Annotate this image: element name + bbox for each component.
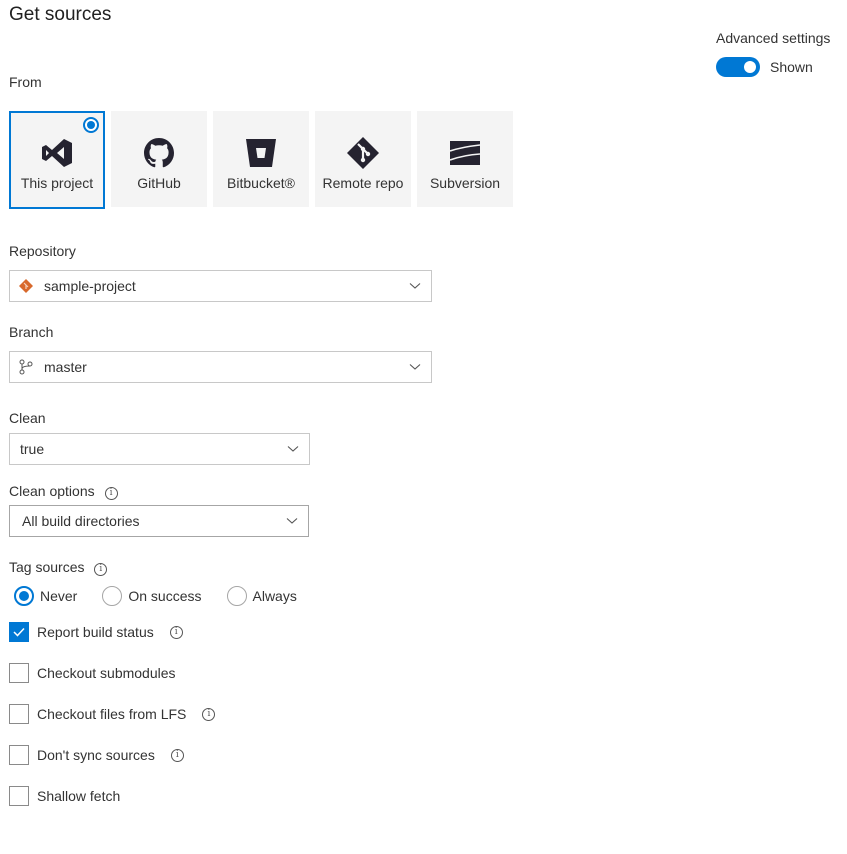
checkbox-label: Checkout files from LFS <box>37 706 187 722</box>
clean-label: Clean <box>9 410 46 426</box>
bitbucket-icon <box>245 137 277 169</box>
source-tile-remote-repo[interactable]: Remote repo <box>315 111 411 207</box>
github-icon <box>143 137 175 169</box>
from-label: From <box>9 74 42 90</box>
chevron-down-icon <box>409 283 421 289</box>
chevron-down-icon <box>409 364 421 370</box>
checkbox-label: Shallow fetch <box>37 788 121 804</box>
checkbox[interactable] <box>9 745 29 765</box>
clean-dropdown[interactable]: true <box>9 433 310 465</box>
advanced-settings-state: Shown <box>770 59 813 75</box>
advanced-settings-label: Advanced settings <box>716 30 831 46</box>
radio-always[interactable]: Always <box>226 586 297 606</box>
radio-button[interactable] <box>14 586 34 606</box>
tile-label: Remote repo <box>322 175 404 191</box>
selected-radio-icon <box>83 117 99 133</box>
source-tiles: This project GitHub Bitbucket® Remote re… <box>9 111 513 209</box>
checkbox-report-build-status[interactable]: Report build status i <box>9 622 183 642</box>
checkmark-icon <box>13 627 25 637</box>
checkbox-label: Don't sync sources <box>37 747 155 763</box>
repository-dropdown[interactable]: sample-project <box>9 270 432 302</box>
checkbox[interactable] <box>9 663 29 683</box>
git-repo-icon <box>18 278 34 294</box>
radio-button[interactable] <box>102 586 123 606</box>
checkbox[interactable] <box>9 622 29 642</box>
branch-dropdown[interactable]: master <box>9 351 432 383</box>
info-icon[interactable]: i <box>104 487 118 500</box>
checkbox-label: Checkout submodules <box>37 665 176 681</box>
branch-value: master <box>44 359 87 375</box>
tag-sources-radio-group: Never On success Always <box>14 586 322 606</box>
info-icon[interactable]: i <box>169 625 183 639</box>
checkbox-checkout-submodules[interactable]: Checkout submodules <box>9 663 176 683</box>
checkbox-shallow-fetch[interactable]: Shallow fetch <box>9 786 120 806</box>
info-icon[interactable]: i <box>202 707 216 721</box>
visual-studio-icon <box>41 137 73 169</box>
radio-on-success[interactable]: On success <box>102 586 202 606</box>
checkbox[interactable] <box>9 704 29 724</box>
branch-icon <box>18 359 34 375</box>
source-tile-bitbucket[interactable]: Bitbucket® <box>213 111 309 207</box>
tag-sources-label: Tag sources i <box>9 559 108 576</box>
clean-value: true <box>20 441 45 457</box>
repository-value: sample-project <box>44 278 136 294</box>
tile-label: Bitbucket® <box>227 175 295 191</box>
info-icon[interactable]: i <box>94 563 108 576</box>
clean-options-label: Clean options i <box>9 483 118 500</box>
chevron-down-icon <box>287 446 299 452</box>
radio-label: On success <box>128 588 202 604</box>
checkbox[interactable] <box>9 786 29 806</box>
source-tile-subversion[interactable]: Subversion <box>417 111 513 207</box>
advanced-settings-toggle[interactable] <box>716 57 760 77</box>
tile-label: Subversion <box>429 175 501 191</box>
clean-options-value: All build directories <box>22 513 140 529</box>
radio-never[interactable]: Never <box>14 586 77 606</box>
tag-sources-label-text: Tag sources <box>9 559 85 575</box>
checkbox-dont-sync-sources[interactable]: Don't sync sources i <box>9 745 184 765</box>
radio-label: Always <box>252 588 297 604</box>
radio-button[interactable] <box>226 586 247 606</box>
checkbox-checkout-lfs[interactable]: Checkout files from LFS i <box>9 704 216 724</box>
info-icon[interactable]: i <box>170 748 184 762</box>
repository-label: Repository <box>9 243 76 259</box>
tile-label: GitHub <box>137 175 181 191</box>
source-tile-github[interactable]: GitHub <box>111 111 207 207</box>
tile-label: This project <box>20 175 94 191</box>
radio-label: Never <box>40 588 78 604</box>
git-icon <box>347 137 379 169</box>
source-tile-this-project[interactable]: This project <box>9 111 105 209</box>
chevron-down-icon <box>286 518 298 524</box>
subversion-icon <box>449 137 481 169</box>
checkbox-label: Report build status <box>37 624 154 640</box>
branch-label: Branch <box>9 324 54 340</box>
toggle-knob <box>744 61 756 73</box>
clean-options-dropdown[interactable]: All build directories <box>9 505 309 537</box>
clean-options-label-text: Clean options <box>9 483 95 499</box>
page-title: Get sources <box>9 4 112 25</box>
